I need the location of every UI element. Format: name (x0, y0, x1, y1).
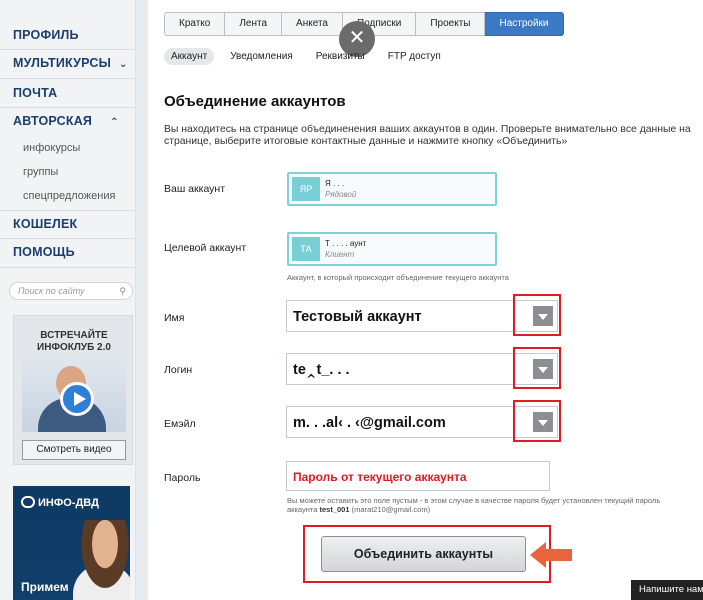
ad-woman-head (75, 520, 130, 600)
subtab-ftp[interactable]: FTP доступ (381, 48, 448, 65)
divider (0, 78, 136, 79)
sidebar: ПРОФИЛЬ МУЛЬТИКУРСЫ ⌄ ПОЧТА АВТОРСКАЯ ⌃ ин… (0, 0, 136, 600)
target-account-card: ТА Т . . . . аунт Клиент (287, 232, 497, 266)
tab-summary[interactable]: Кратко (164, 12, 226, 36)
promo-block: ВСТРЕЧАЙТЕ ИНФОКЛУБ 2.0 Смотреть видео (13, 315, 133, 465)
promo-video[interactable] (22, 360, 126, 432)
avatar: ТА (292, 237, 320, 261)
nav-sub-offers[interactable]: спецпредложения (23, 190, 115, 202)
tab-feed[interactable]: Лента (225, 12, 283, 36)
login-select-value: te‸t_. . . (293, 362, 350, 378)
password-hint: Вы можете оставить это поле пустым - в э… (287, 496, 692, 514)
password-field[interactable]: Пароль от текущего аккаунта (286, 461, 550, 491)
nav-sub-infocourses[interactable]: инфокурсы (23, 142, 80, 154)
ad-text: Примем (21, 580, 69, 594)
email-select-value: m. . .al‹ . ‹@gmail.com (293, 415, 446, 431)
avatar: ЯР (292, 177, 320, 201)
login-label: Логин (164, 364, 193, 376)
site-search-input[interactable]: Поиск по сайту ⚲ (9, 282, 133, 300)
nav-wallet[interactable]: КОШЕЛЕК (13, 217, 77, 231)
promo-title: ВСТРЕЧАЙТЕ ИНФОКЛУБ 2.0 (37, 330, 111, 353)
page-description: Вы находитесь на странице объединенения … (164, 124, 691, 147)
target-account-hint: Аккаунт, в который происходит объединени… (287, 273, 509, 282)
divider (0, 238, 136, 239)
watch-video-button[interactable]: Смотреть видео (22, 440, 126, 460)
nav-multicourses-label: МУЛЬТИКУРСЫ (13, 56, 112, 70)
search-icon[interactable]: ⚲ (119, 283, 126, 299)
nav-help[interactable]: ПОМОЩЬ (13, 245, 75, 259)
ad-logo: ИНФО-ДВД (21, 496, 99, 509)
your-account-name: Я . . . (325, 179, 345, 188)
subtab-account[interactable]: Аккаунт (164, 48, 215, 65)
password-field-value: Пароль от текущего аккаунта (293, 470, 467, 484)
chevron-up-icon[interactable]: ⌃ (110, 117, 119, 128)
target-account-role: Клиент (325, 250, 355, 259)
play-icon[interactable] (60, 382, 94, 416)
nav-author[interactable]: АВТОРСКАЯ ⌃ (13, 114, 119, 128)
highlight-frame (513, 347, 561, 389)
nav-author-label: АВТОРСКАЯ (13, 114, 93, 128)
chat-button[interactable]: Напишите нам (631, 580, 703, 600)
nav-profile[interactable]: ПРОФИЛЬ (13, 28, 79, 42)
divider (0, 267, 136, 268)
highlight-frame (513, 400, 561, 442)
email-label: Емэйл (164, 418, 196, 430)
password-hint-login: test_001 (319, 505, 350, 514)
chevron-down-icon[interactable]: ⌄ (119, 59, 128, 70)
nav-mail[interactable]: ПОЧТА (13, 86, 57, 100)
main-panel: Кратко Лента Анкета Подписки Проекты Нас… (148, 0, 703, 600)
tab-projects[interactable]: Проекты (416, 12, 486, 36)
target-account-label: Целевой аккаунт (164, 242, 247, 254)
password-hint-email: (marat210@gmail.com) (351, 505, 431, 514)
site-search-placeholder: Поиск по сайту (18, 286, 85, 296)
divider (0, 49, 136, 50)
your-account-label: Ваш аккаунт (164, 183, 226, 195)
settings-subtabs: Аккаунт Уведомления Реквизиты FTP доступ (164, 48, 457, 65)
owl-icon (21, 496, 35, 508)
page-title: Объединение аккаунтов (164, 93, 346, 110)
tab-questionnaire[interactable]: Анкета (282, 12, 343, 36)
target-account-name: Т . . . . аунт (325, 239, 367, 248)
arrow-left-icon (530, 542, 572, 568)
divider (0, 210, 136, 211)
highlight-frame (513, 294, 561, 336)
subtab-requisites[interactable]: Реквизиты (309, 48, 372, 65)
your-account-card: ЯР Я . . . Рядовой (287, 172, 497, 206)
name-label: Имя (164, 312, 185, 324)
your-account-role: Рядовой (325, 190, 357, 199)
name-select-value: Тестовый аккаунт (293, 309, 422, 325)
merge-accounts-button[interactable]: Объединить аккаунты (321, 536, 526, 572)
ad-banner[interactable]: ИНФО-ДВД Примем (13, 486, 130, 600)
subtab-notifications[interactable]: Уведомления (223, 48, 300, 65)
ad-logo-text: ИНФО-ДВД (38, 497, 99, 509)
password-label: Пароль (164, 472, 201, 484)
nav-multicourses[interactable]: МУЛЬТИКУРСЫ ⌄ (13, 56, 128, 70)
tab-settings[interactable]: Настройки (485, 12, 564, 36)
nav-sub-groups[interactable]: группы (23, 166, 58, 178)
divider (0, 107, 136, 108)
